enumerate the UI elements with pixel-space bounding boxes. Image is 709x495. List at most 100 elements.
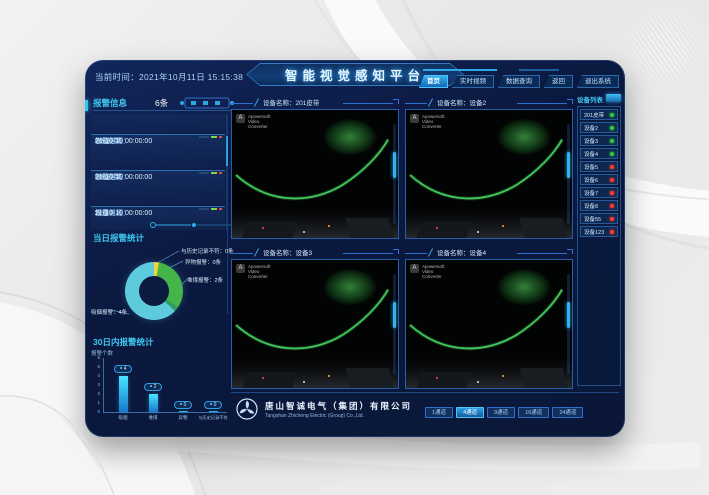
channel-24-button[interactable]: 24通道 bbox=[552, 407, 583, 418]
alarm-panel-header: 报警信息 6条 bbox=[93, 97, 231, 111]
watermark: A ApowersoftVideo Converter bbox=[410, 114, 422, 123]
indicator-light bbox=[436, 377, 438, 379]
status-dot-online bbox=[610, 113, 614, 117]
device-list-badge[interactable] bbox=[606, 94, 621, 102]
nav-home-button[interactable]: 首页 bbox=[419, 75, 448, 88]
machine-silhouette bbox=[243, 372, 298, 388]
status-dot-offline bbox=[610, 191, 614, 195]
indicator-light bbox=[262, 377, 264, 379]
watermark: A ApowersoftVideo Converter bbox=[410, 264, 422, 273]
nav-exit-button[interactable]: 退出系统 bbox=[577, 75, 619, 88]
video-device-title: 设备名称：设备3 bbox=[263, 247, 312, 257]
device-row[interactable]: 设备55 bbox=[580, 213, 618, 224]
y-tick: 4 bbox=[87, 373, 100, 378]
y-tick: 1 bbox=[87, 400, 100, 405]
current-time: 当前时间：2021年10月11日 15:15:38 bbox=[95, 71, 243, 83]
video-scrollbar-thumb[interactable] bbox=[567, 152, 570, 178]
status-dot-online bbox=[610, 139, 614, 143]
device-list-panel: 设备列表 201皮带 设备2 设备3 设备4 设备5 设备6 设备7 设备8 设… bbox=[577, 94, 621, 390]
watermark: A ApowersoftVideo Converter bbox=[236, 264, 248, 273]
alarm-severity-indicator bbox=[199, 136, 222, 138]
channel-1-button[interactable]: 1通道 bbox=[425, 407, 453, 418]
device-row[interactable]: 设备5 bbox=[580, 161, 618, 172]
circuit-decoration-icon bbox=[179, 93, 235, 113]
bar-history-mismatch bbox=[209, 411, 218, 412]
video-device-title: 设备名称：设备4 bbox=[437, 247, 486, 257]
alarm-list-item[interactable]: 设备名称：201皮带 报警类型：吸烟 报警时间：21-10-10 00:00:0… bbox=[91, 134, 225, 168]
video-panel-header: 设备名称：201皮带 bbox=[231, 96, 399, 109]
device-row[interactable]: 设备8 bbox=[580, 200, 618, 211]
alarm-list-scrollbar[interactable] bbox=[226, 114, 228, 230]
y-tick: 0 bbox=[87, 409, 100, 414]
apowersoft-icon: A bbox=[236, 114, 245, 123]
video-feed[interactable]: A ApowersoftVideo Converter bbox=[231, 109, 399, 239]
device-row[interactable]: 设备6 bbox=[580, 174, 618, 185]
video-feed[interactable]: A ApowersoftVideo Converter bbox=[405, 259, 573, 389]
nav-live-video-button[interactable]: 实时视频 bbox=[452, 75, 494, 88]
video-scrollbar-thumb[interactable] bbox=[393, 152, 396, 178]
machine-silhouette bbox=[417, 372, 472, 388]
device-row[interactable]: 设备3 bbox=[580, 135, 618, 146]
channel-buttons: 1通道 4通道 9通道 16通道 24通道 bbox=[425, 407, 583, 418]
device-row[interactable]: 设备2 bbox=[580, 122, 618, 133]
page-title: 智能视觉感知平台 bbox=[285, 65, 425, 84]
video-panel-4: 设备名称：设备4 A ApowersoftVideo Converter bbox=[405, 246, 573, 390]
channel-16-button[interactable]: 16通道 bbox=[518, 407, 549, 418]
nav-data-query-button[interactable]: 数据查询 bbox=[498, 75, 540, 88]
device-row[interactable]: 设备7 bbox=[580, 187, 618, 198]
month-alarm-bar-chart: 报警个数 0 1 2 3 4 5 6 4 2 0 0 吸烟 堆煤 异物 与历史记… bbox=[85, 348, 233, 434]
apowersoft-icon: A bbox=[236, 264, 245, 273]
indicator-light bbox=[436, 227, 438, 229]
alarm-count-badge: 6条 bbox=[155, 97, 168, 109]
bar-value-label: 0 bbox=[174, 401, 192, 409]
alarm-list-item[interactable]: 设备名称：201皮带 报警类型：吸烟 报警时间：21-10-10 00:00:0… bbox=[91, 170, 225, 204]
video-panel-header: 设备名称：设备3 bbox=[231, 246, 399, 259]
bar-foreign-object bbox=[179, 411, 188, 412]
device-row[interactable]: 设备123 bbox=[580, 226, 618, 237]
bar-chart-x-axis bbox=[103, 412, 227, 413]
edge-accent-tag bbox=[85, 100, 88, 111]
video-panel-1: 设备名称：201皮带 A ApowersoftVideo Converter bbox=[231, 96, 399, 240]
video-device-title: 设备名称：设备2 bbox=[437, 97, 486, 107]
apowersoft-icon: A bbox=[410, 114, 419, 123]
alarm-severity-indicator bbox=[199, 208, 222, 210]
status-dot-offline bbox=[610, 165, 614, 169]
today-alarm-donut-chart: 与历史记录不符：0条 异物报警：0条 堆煤报警：2条 吸烟报警：4条 bbox=[89, 246, 239, 338]
device-list-title: 设备列表 bbox=[577, 94, 603, 104]
bar-value-label: 4 bbox=[114, 365, 132, 373]
donut-label-history-mismatch: 与历史记录不符：0条 bbox=[181, 247, 234, 255]
video-feed[interactable]: A ApowersoftVideo Converter bbox=[405, 109, 573, 239]
watermark: A ApowersoftVideo Converter bbox=[236, 114, 248, 123]
alarm-severity-indicator bbox=[199, 172, 222, 174]
video-panel-header: 设备名称：设备2 bbox=[405, 96, 573, 109]
device-row[interactable]: 201皮带 bbox=[580, 109, 618, 120]
video-panel-header: 设备名称：设备4 bbox=[405, 246, 573, 259]
alarm-list-item[interactable]: 设备名称：201皮带 报警类型：吸烟 报警时间：21-10-10 01:00:0… bbox=[91, 114, 225, 132]
main-nav: 首页 实时视频 数据查询 返回 退出系统 bbox=[419, 75, 619, 88]
status-dot-offline bbox=[610, 230, 614, 234]
channel-9-button[interactable]: 9通道 bbox=[487, 407, 515, 418]
device-row[interactable]: 设备4 bbox=[580, 148, 618, 159]
alarm-list: 设备名称：201皮带 报警类型：吸烟 报警时间：21-10-10 01:00:0… bbox=[91, 114, 225, 230]
y-tick: 3 bbox=[87, 382, 100, 387]
bar-smoking bbox=[119, 376, 128, 412]
status-dot-online bbox=[610, 152, 614, 156]
dashboard: 当前时间：2021年10月11日 15:15:38 智能视觉感知平台 首页 实时… bbox=[85, 60, 625, 437]
nav-back-button[interactable]: 返回 bbox=[544, 75, 573, 88]
bar-category-label: 堆煤 bbox=[136, 415, 170, 421]
today-stats-title: 当日报警统计 bbox=[93, 232, 144, 244]
machine-silhouette bbox=[243, 222, 298, 238]
status-dot-offline bbox=[610, 217, 614, 221]
video-device-title: 设备名称：201皮带 bbox=[263, 97, 319, 107]
video-panel-3: 设备名称：设备3 A ApowersoftVideo Converter bbox=[231, 246, 399, 390]
status-dot-offline bbox=[610, 178, 614, 182]
channel-4-button[interactable]: 4通道 bbox=[456, 407, 484, 418]
footer-divider bbox=[231, 392, 619, 393]
video-feed[interactable]: A ApowersoftVideo Converter bbox=[231, 259, 399, 389]
nav-underline bbox=[423, 69, 497, 71]
donut-label-foreign-object: 异物报警：0条 bbox=[185, 258, 221, 266]
video-panel-2: 设备名称：设备2 A ApowersoftVideo Converter bbox=[405, 96, 573, 240]
video-scrollbar-thumb[interactable] bbox=[567, 302, 570, 328]
month-stats-title: 30日内报警统计 bbox=[93, 336, 153, 348]
video-scrollbar-thumb[interactable] bbox=[393, 302, 396, 328]
